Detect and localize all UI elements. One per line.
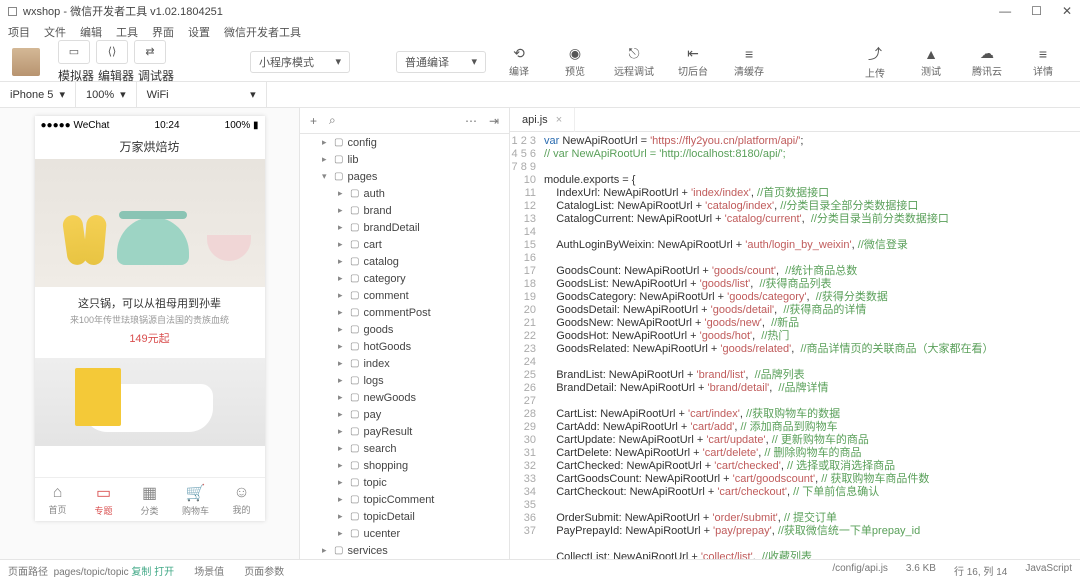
- tree-commentPost[interactable]: ▸▢commentPost: [300, 304, 509, 321]
- tree-pay[interactable]: ▸▢pay: [300, 406, 509, 423]
- add-file-icon[interactable]: +: [310, 114, 317, 128]
- status-file: /config/api.js: [832, 563, 888, 578]
- tree-ucenter[interactable]: ▸▢ucenter: [300, 525, 509, 542]
- compile-button[interactable]: ⟲编译: [494, 44, 544, 80]
- tab-cart[interactable]: 🛒购物车: [173, 478, 219, 521]
- battery: 100% ▮: [225, 120, 259, 131]
- device-select[interactable]: iPhone 5▾: [0, 82, 76, 108]
- editor-button[interactable]: ⟨⟩: [96, 40, 128, 64]
- tree-shopping[interactable]: ▸▢shopping: [300, 457, 509, 474]
- tree-goods[interactable]: ▸▢goods: [300, 321, 509, 338]
- tree-logs[interactable]: ▸▢logs: [300, 372, 509, 389]
- tree-newGoods[interactable]: ▸▢newGoods: [300, 389, 509, 406]
- scene-label: 场景值: [194, 563, 224, 578]
- copy-link[interactable]: 复制: [131, 567, 151, 578]
- menu-界面[interactable]: 界面: [152, 24, 174, 40]
- minimize-button[interactable]: —: [999, 4, 1011, 18]
- compile-select[interactable]: 普通编译▾: [396, 51, 486, 73]
- menu-微信开发者工具[interactable]: 微信开发者工具: [224, 24, 301, 40]
- status-lang: JavaScript: [1025, 563, 1072, 578]
- search-icon[interactable]: ⌕: [329, 113, 336, 128]
- params-label: 页面参数: [244, 563, 284, 578]
- tree-topic[interactable]: ▸▢topic: [300, 474, 509, 491]
- product-banner[interactable]: [35, 159, 265, 287]
- window-title: wxshop - 微信开发者工具 v1.02.1804251: [23, 3, 223, 19]
- tree-catalog[interactable]: ▸▢catalog: [300, 253, 509, 270]
- tree-config[interactable]: ▸▢config: [300, 134, 509, 151]
- network-select[interactable]: WiFi▾: [137, 82, 267, 108]
- editor-tab[interactable]: api.js×: [510, 108, 575, 132]
- clock: 10:24: [155, 120, 180, 131]
- tree-topicComment[interactable]: ▸▢topicComment: [300, 491, 509, 508]
- product-subtitle: 来100年传世珐琅锅源自法国的贵族血统: [39, 313, 261, 326]
- remote-button[interactable]: ⎋远程调试: [606, 44, 662, 80]
- open-link[interactable]: 打开: [154, 567, 174, 578]
- tree-cart[interactable]: ▸▢cart: [300, 236, 509, 253]
- tree-index[interactable]: ▸▢index: [300, 355, 509, 372]
- code-editor[interactable]: var NewApiRootUrl = 'https://fly2you.cn/…: [544, 132, 1080, 559]
- menu-工具[interactable]: 工具: [116, 24, 138, 40]
- zoom-select[interactable]: 100%▾: [76, 82, 137, 108]
- tree-hotGoods[interactable]: ▸▢hotGoods: [300, 338, 509, 355]
- tree-brand[interactable]: ▸▢brand: [300, 202, 509, 219]
- tree-services[interactable]: ▸▢services: [300, 542, 509, 559]
- tree-comment[interactable]: ▸▢comment: [300, 287, 509, 304]
- tab-mine[interactable]: ☺我的: [219, 478, 265, 521]
- collapse-icon[interactable]: ⇥: [489, 114, 499, 128]
- tree-category[interactable]: ▸▢category: [300, 270, 509, 287]
- maximize-button[interactable]: ☐: [1031, 4, 1042, 18]
- menu-项目[interactable]: 项目: [8, 24, 30, 40]
- tree-topicDetail[interactable]: ▸▢topicDetail: [300, 508, 509, 525]
- path-label: 页面路径: [8, 567, 48, 578]
- background-button[interactable]: ⇤切后台: [668, 44, 718, 80]
- product-banner-2[interactable]: [35, 358, 265, 446]
- page-title: 万家烘焙坊: [35, 134, 265, 159]
- product-title: 这只锅，可以从祖母用到孙辈: [39, 295, 261, 311]
- tree-pages[interactable]: ▾▢pages: [300, 168, 509, 185]
- upload-button[interactable]: ⤴上传: [850, 44, 900, 80]
- app-icon: [8, 7, 17, 16]
- tab-topic[interactable]: ▭专题: [81, 478, 127, 521]
- tree-brandDetail[interactable]: ▸▢brandDetail: [300, 219, 509, 236]
- cloud-button[interactable]: ☁腾讯云: [962, 44, 1012, 80]
- close-tab-icon[interactable]: ×: [556, 114, 562, 126]
- carrier: ●●●●● WeChat: [41, 120, 110, 131]
- clearcache-button[interactable]: ≡清缓存: [724, 44, 774, 80]
- mode-select[interactable]: 小程序模式▾: [250, 51, 350, 73]
- tree-auth[interactable]: ▸▢auth: [300, 185, 509, 202]
- product-price: 149元起: [39, 330, 261, 346]
- tab-category[interactable]: ▦分类: [127, 478, 173, 521]
- menu-设置[interactable]: 设置: [188, 24, 210, 40]
- preview-button[interactable]: ◉预览: [550, 44, 600, 80]
- tree-payResult[interactable]: ▸▢payResult: [300, 423, 509, 440]
- test-button[interactable]: ▲测试: [906, 44, 956, 80]
- menu-编辑[interactable]: 编辑: [80, 24, 102, 40]
- status-size: 3.6 KB: [906, 563, 936, 578]
- details-button[interactable]: ≡详情: [1018, 44, 1068, 80]
- tree-search[interactable]: ▸▢search: [300, 440, 509, 457]
- status-pos: 行 16, 列 14: [954, 563, 1007, 578]
- avatar[interactable]: [12, 48, 40, 76]
- simulator-button[interactable]: ▭: [58, 40, 90, 64]
- tree-lib[interactable]: ▸▢lib: [300, 151, 509, 168]
- tab-home[interactable]: ⌂首页: [35, 478, 81, 521]
- simulator-frame: ●●●●● WeChat 10:24 100% ▮ 万家烘焙坊 这只锅，可以从祖…: [35, 116, 265, 521]
- debugger-button[interactable]: ⇄: [134, 40, 166, 64]
- close-button[interactable]: ✕: [1062, 4, 1072, 18]
- menu-文件[interactable]: 文件: [44, 24, 66, 40]
